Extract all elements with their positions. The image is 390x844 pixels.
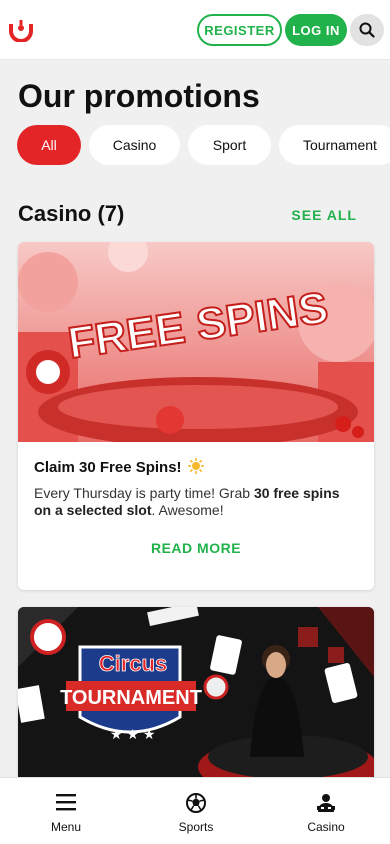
read-more-link[interactable]: READ MORE [18,540,374,556]
nav-item-menu[interactable]: Menu [26,792,106,834]
promo-card-description: Every Thursday is party time! Grab 30 fr… [34,485,340,518]
promo-card[interactable]: FREE SPINS Claim 30 Free Spins! Every Th… [18,242,374,590]
promo-image-text: TOURNAMENT [60,687,202,709]
filter-chip-tournament[interactable]: Tournament [279,125,390,165]
svg-text:★ ★ ★: ★ ★ ★ [110,726,155,742]
sun-emoji-icon [187,458,204,478]
search-button[interactable] [350,14,384,46]
see-all-link[interactable]: SEE ALL [291,207,357,223]
casino-dealer-icon [317,794,335,812]
top-header: REGISTER LOG IN [0,0,390,60]
nav-item-label: Casino [307,820,345,834]
sports-ball-icon [186,793,206,813]
filter-chip-casino[interactable]: Casino [89,125,180,165]
login-button[interactable]: LOG IN [285,14,347,46]
register-button[interactable]: REGISTER [197,14,282,46]
nav-item-sports[interactable]: Sports [156,792,236,834]
filter-chip-all[interactable]: All [17,125,81,165]
nav-item-label: Menu [50,820,82,834]
filter-chip-sport[interactable]: Sport [188,125,271,165]
circus-logo-icon[interactable] [9,18,33,42]
promo-filter-tabs: All Casino Sport Tournament [17,125,390,165]
promo-card-title: Claim 30 Free Spins! [34,458,204,478]
search-icon [359,22,375,38]
promo-image-brand: Circus [99,651,167,676]
page-title: Our promotions [18,78,260,114]
menu-icon [56,794,76,811]
nav-item-casino[interactable]: Casino [286,792,366,834]
promo-image-free-spins: FREE SPINS [18,242,374,442]
section-title: Casino (7) [18,201,125,226]
nav-item-label: Sports [178,820,214,834]
bottom-navigation: Menu Sports Casino [0,777,390,844]
